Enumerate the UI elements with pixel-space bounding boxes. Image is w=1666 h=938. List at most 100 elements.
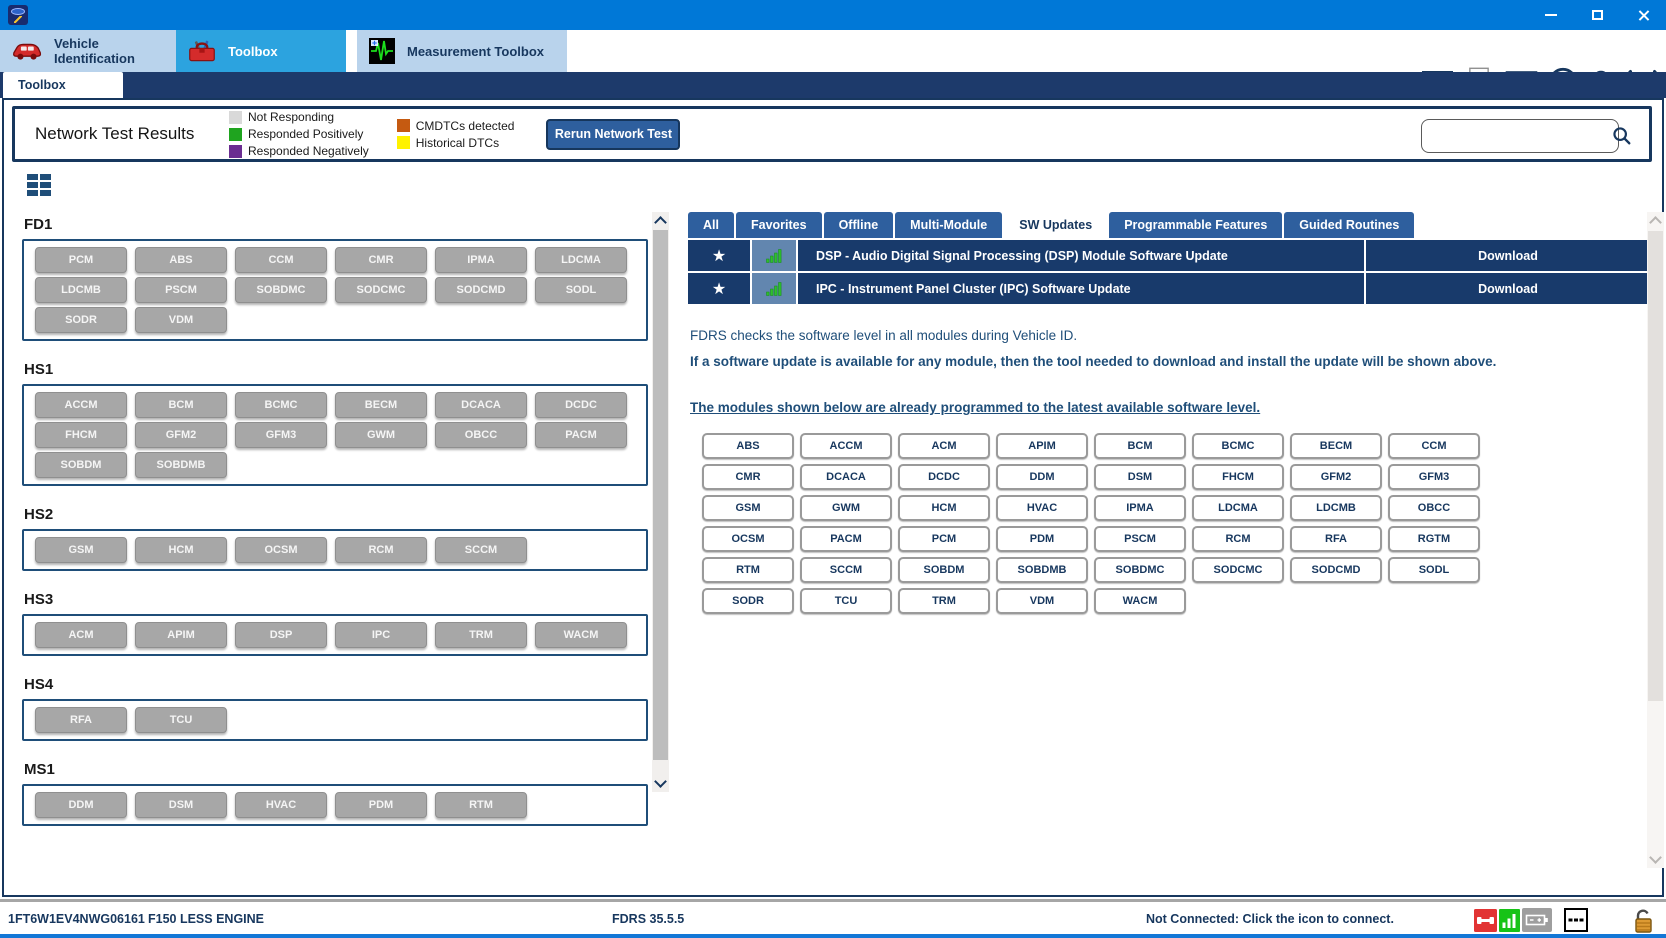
module-button[interactable]: LDCMA <box>535 247 627 273</box>
left-scrollbar[interactable] <box>652 212 669 792</box>
module-button[interactable]: SODCMD <box>1290 557 1382 583</box>
module-button[interactable]: RCM <box>1192 526 1284 552</box>
module-button[interactable]: WACM <box>1094 588 1186 614</box>
module-button[interactable]: APIM <box>996 433 1088 459</box>
module-button[interactable]: SODL <box>535 277 627 303</box>
module-button[interactable]: DSM <box>135 792 227 818</box>
module-button[interactable]: LDCMB <box>1290 495 1382 521</box>
close-button[interactable] <box>1620 0 1666 30</box>
module-button[interactable]: SOBDMB <box>996 557 1088 583</box>
module-button[interactable]: CMR <box>702 464 794 490</box>
module-button[interactable]: PDM <box>996 526 1088 552</box>
module-button[interactable]: HVAC <box>235 792 327 818</box>
module-button[interactable]: TRM <box>898 588 990 614</box>
module-button[interactable]: DSM <box>1094 464 1186 490</box>
module-button[interactable]: PSCM <box>135 277 227 303</box>
scrollbar-thumb[interactable] <box>653 230 668 760</box>
module-button[interactable]: SOBDMC <box>235 277 327 303</box>
module-button[interactable]: SODR <box>702 588 794 614</box>
module-button[interactable]: GWM <box>800 495 892 521</box>
scroll-up-button[interactable] <box>1647 212 1664 229</box>
search-icon[interactable] <box>1612 126 1632 146</box>
datalogger-button[interactable] <box>1564 908 1588 932</box>
module-button[interactable]: DSP <box>235 622 327 648</box>
module-button[interactable]: IPC <box>335 622 427 648</box>
module-button[interactable]: DCDC <box>898 464 990 490</box>
grid-view-icon[interactable] <box>27 174 650 196</box>
module-button[interactable]: DCACA <box>435 392 527 418</box>
module-button[interactable]: RFA <box>1290 526 1382 552</box>
module-button[interactable]: RCM <box>335 537 427 563</box>
favorite-button[interactable]: ★ <box>688 240 750 271</box>
network-status-button[interactable] <box>1499 909 1520 932</box>
module-button[interactable]: SODCMC <box>1192 557 1284 583</box>
module-button[interactable]: PACM <box>535 422 627 448</box>
toolbox-tab[interactable]: Multi-Module <box>895 212 1002 238</box>
scroll-down-button[interactable] <box>652 775 669 792</box>
module-button[interactable]: BECM <box>1290 433 1382 459</box>
module-button[interactable]: SOBDMB <box>135 452 227 478</box>
module-button[interactable]: ACM <box>898 433 990 459</box>
module-button[interactable]: GFM2 <box>135 422 227 448</box>
right-scrollbar[interactable] <box>1647 212 1664 868</box>
rerun-network-test-button[interactable]: Rerun Network Test <box>546 119 680 150</box>
module-button[interactable]: RTM <box>435 792 527 818</box>
maximize-button[interactable] <box>1574 0 1620 30</box>
download-button[interactable]: Download <box>1366 240 1650 271</box>
module-button[interactable]: IPMA <box>1094 495 1186 521</box>
module-button[interactable]: SODCMC <box>335 277 427 303</box>
module-button[interactable]: SODL <box>1388 557 1480 583</box>
security-unlock-button[interactable] <box>1634 907 1653 934</box>
toolbox-tab[interactable]: Guided Routines <box>1284 212 1414 238</box>
module-button[interactable]: BCM <box>1094 433 1186 459</box>
module-button[interactable]: IPMA <box>435 247 527 273</box>
module-button[interactable]: CCM <box>235 247 327 273</box>
module-button[interactable]: VDM <box>135 307 227 333</box>
module-button[interactable]: FHCM <box>1192 464 1284 490</box>
module-button[interactable]: SCCM <box>435 537 527 563</box>
module-button[interactable]: HVAC <box>996 495 1088 521</box>
module-button[interactable]: HCM <box>135 537 227 563</box>
module-button[interactable]: DCDC <box>535 392 627 418</box>
module-button[interactable]: GFM2 <box>1290 464 1382 490</box>
module-button[interactable]: WACM <box>535 622 627 648</box>
module-button[interactable]: LDCMB <box>35 277 127 303</box>
module-button[interactable]: PDM <box>335 792 427 818</box>
battery-status-button[interactable] <box>1522 908 1552 932</box>
toolbox-tab[interactable]: Offline <box>824 212 894 238</box>
module-button[interactable]: PCM <box>898 526 990 552</box>
vci-status-button[interactable] <box>1474 909 1497 932</box>
module-button[interactable]: FHCM <box>35 422 127 448</box>
module-button[interactable]: TRM <box>435 622 527 648</box>
module-button[interactable]: ACCM <box>35 392 127 418</box>
module-button[interactable]: HCM <box>898 495 990 521</box>
module-button[interactable]: TCU <box>135 707 227 733</box>
module-button[interactable]: PACM <box>800 526 892 552</box>
nav-tab-measurement-toolbox[interactable]: Measurement Toolbox <box>357 30 567 72</box>
nav-tab-toolbox[interactable]: Toolbox <box>176 30 346 72</box>
module-button[interactable]: PSCM <box>1094 526 1186 552</box>
module-button[interactable]: OBCC <box>1388 495 1480 521</box>
module-button[interactable]: DDM <box>35 792 127 818</box>
module-button[interactable]: RTM <box>702 557 794 583</box>
nav-tab-vehicle-identification[interactable]: Vehicle Identification <box>0 30 176 72</box>
module-button[interactable]: ACCM <box>800 433 892 459</box>
module-button[interactable]: APIM <box>135 622 227 648</box>
module-button[interactable]: OCSM <box>235 537 327 563</box>
scroll-down-button[interactable] <box>1647 851 1664 868</box>
module-button[interactable]: VDM <box>996 588 1088 614</box>
module-button[interactable]: BCMC <box>1192 433 1284 459</box>
tab-toolbox[interactable]: Toolbox <box>3 72 123 98</box>
module-button[interactable]: PCM <box>35 247 127 273</box>
module-button[interactable]: GFM3 <box>235 422 327 448</box>
toolbox-tab[interactable]: Programmable Features <box>1109 212 1282 238</box>
download-button[interactable]: Download <box>1366 273 1650 304</box>
toolbox-tab[interactable]: Favorites <box>736 212 822 238</box>
module-button[interactable]: DDM <box>996 464 1088 490</box>
module-button[interactable]: CMR <box>335 247 427 273</box>
minimize-button[interactable] <box>1528 0 1574 30</box>
module-button[interactable]: ABS <box>135 247 227 273</box>
module-button[interactable]: SOBDM <box>898 557 990 583</box>
module-button[interactable]: GSM <box>702 495 794 521</box>
module-button[interactable]: RFA <box>35 707 127 733</box>
